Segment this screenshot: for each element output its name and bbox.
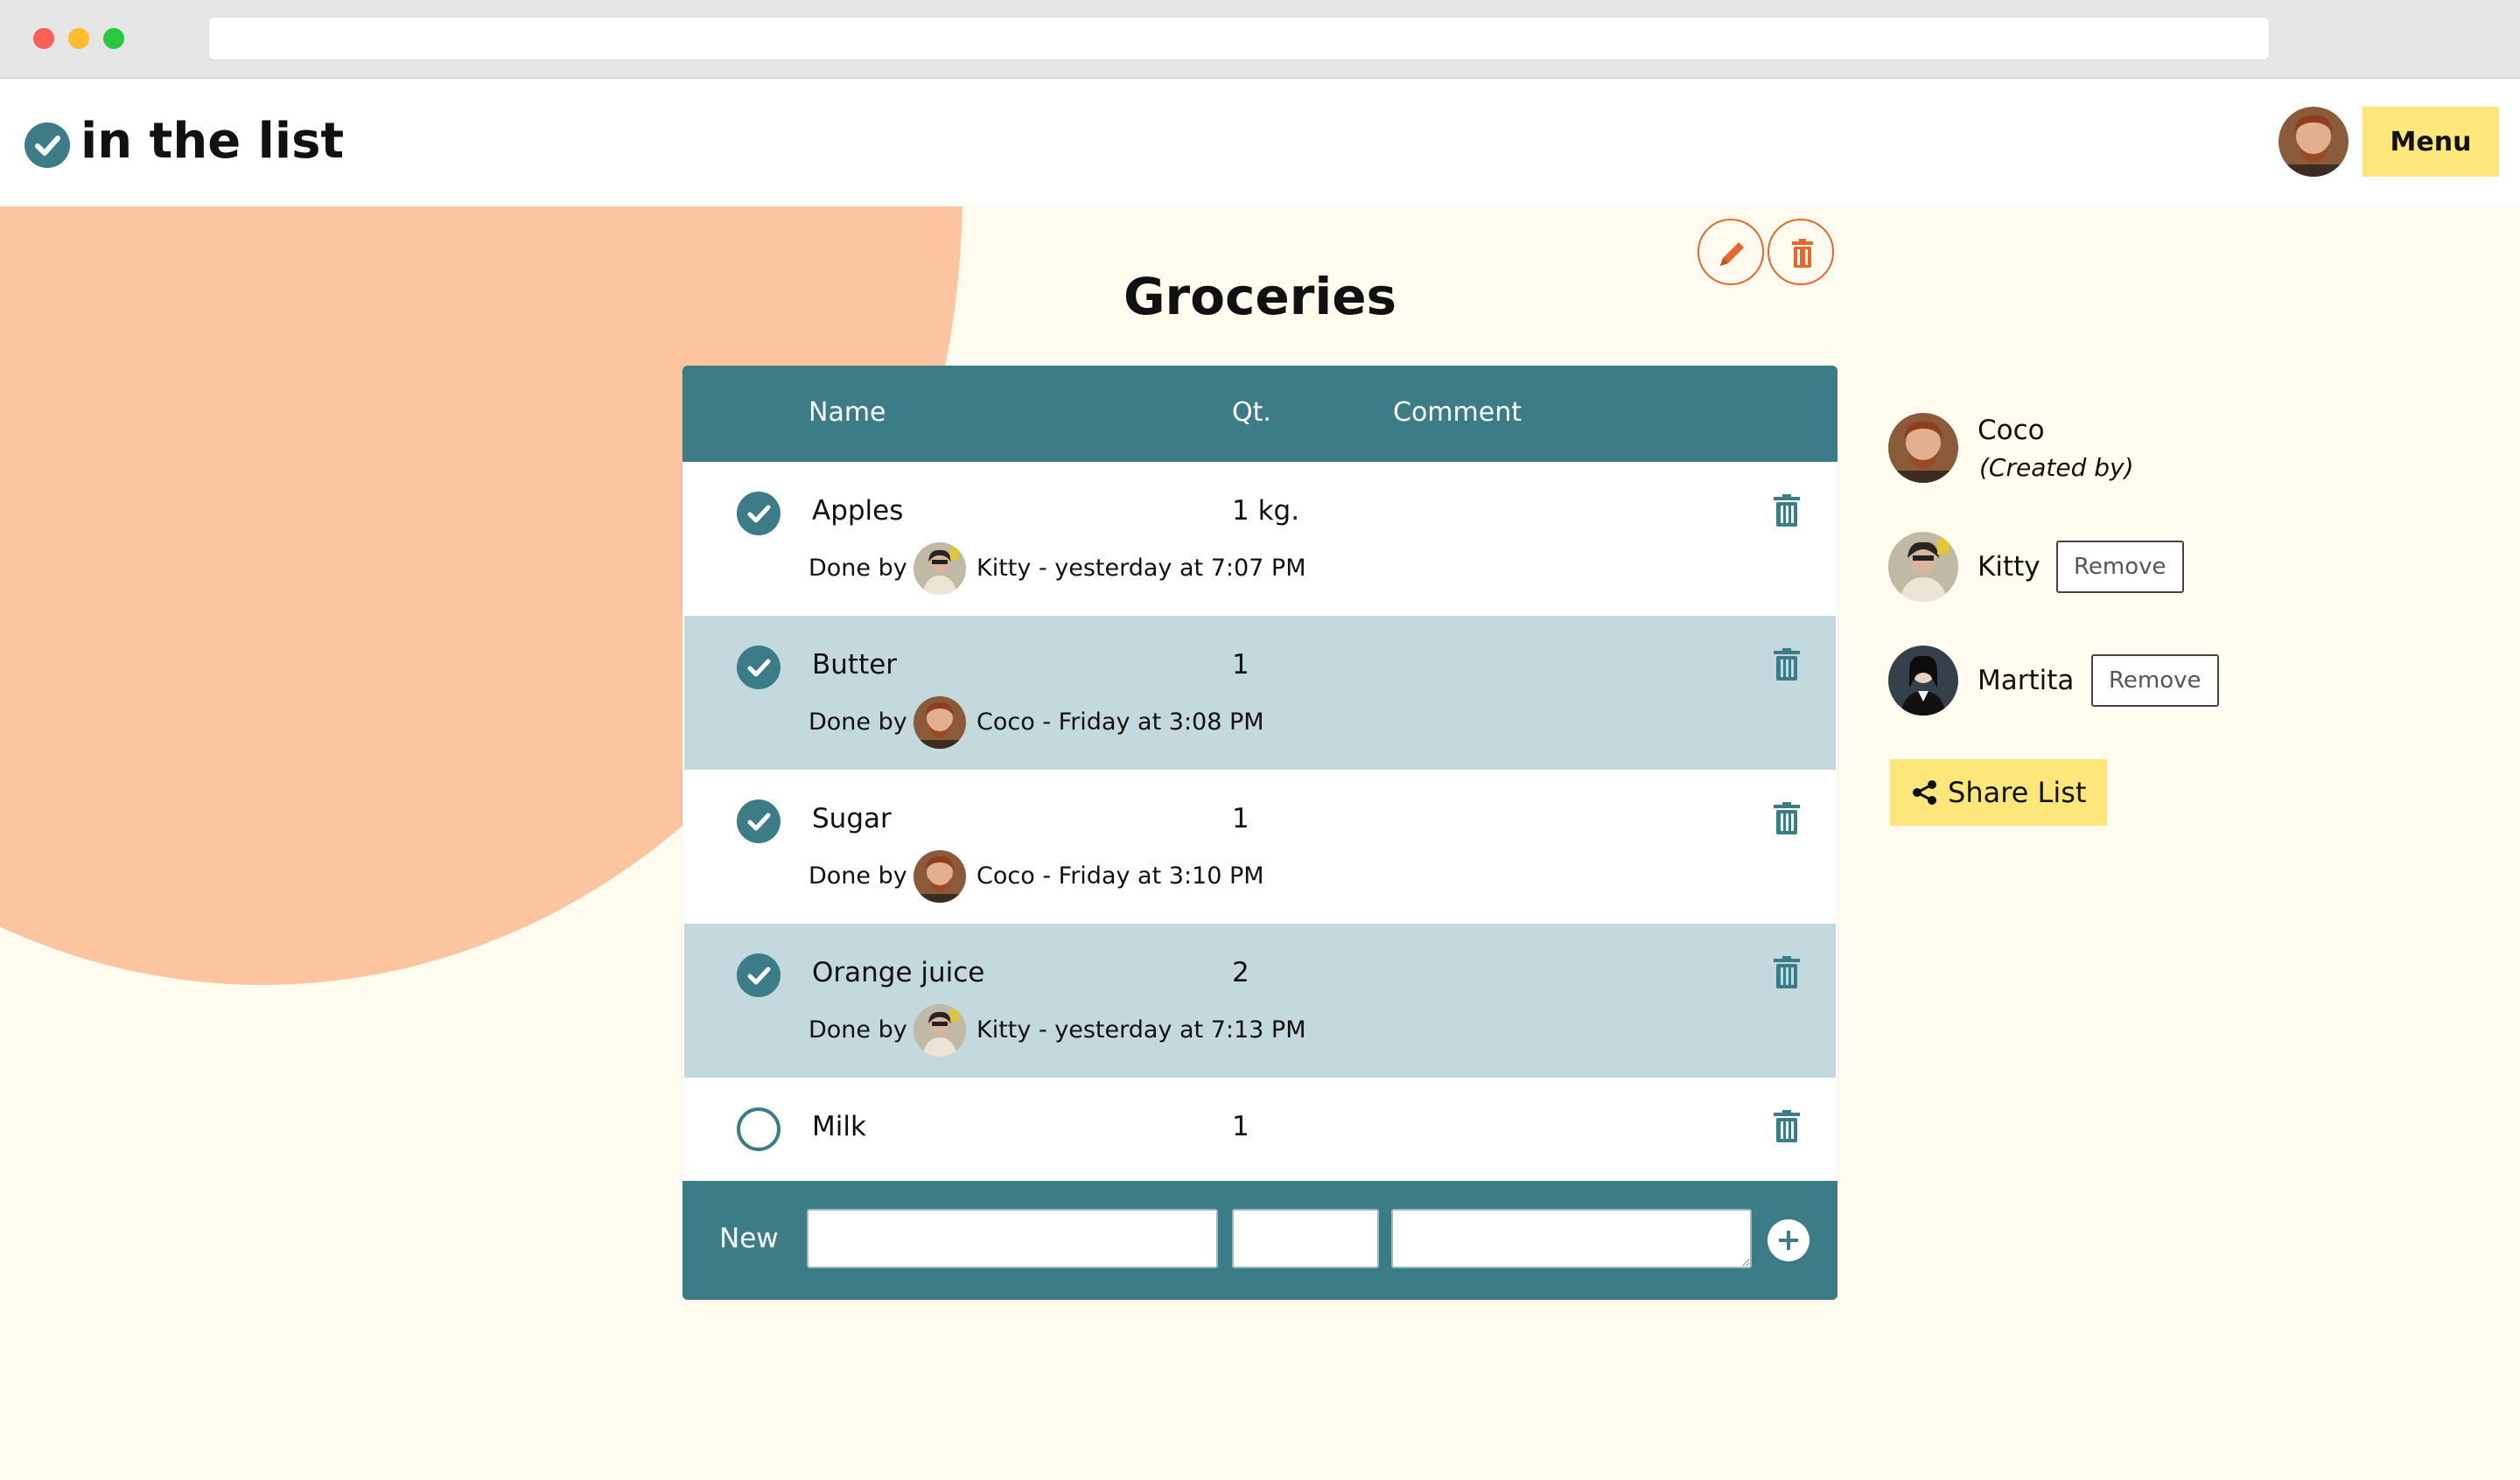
table-row: Orange juice 2 Done by Kitty - yesterday…: [684, 924, 1836, 1078]
done-by-label: Done by: [808, 862, 907, 890]
table-row: Butter 1 Done by Coco - Friday at 3:08 P…: [684, 616, 1836, 770]
delete-list-button[interactable]: [1768, 219, 1834, 285]
item-name[interactable]: Butter: [812, 649, 897, 681]
member-avatar: [1888, 413, 1958, 483]
item-name[interactable]: Sugar: [812, 803, 892, 834]
done-by-label: Done by: [808, 709, 907, 736]
avatar: [914, 696, 966, 749]
items-table: Name Qt. Comment Apples 1 kg. Done by Ki…: [682, 366, 1838, 1300]
column-header-comment: Comment: [1393, 397, 1522, 428]
app-header: in the list Menu: [0, 79, 2520, 206]
done-by-text: Coco - Friday at 3:08 PM: [976, 709, 1264, 736]
done-by-label: Done by: [808, 1016, 907, 1044]
done-by-info: Done by Kitty - yesterday at 7:07 PM: [808, 542, 1306, 595]
window-close-dot[interactable]: [33, 28, 54, 49]
add-item-button[interactable]: [1768, 1219, 1810, 1261]
delete-item-icon[interactable]: [1771, 493, 1802, 532]
delete-item-icon[interactable]: [1771, 1109, 1802, 1148]
logo-check-icon: [24, 122, 70, 168]
table-header: Name Qt. Comment: [682, 366, 1838, 462]
delete-item-icon[interactable]: [1771, 955, 1802, 994]
done-by-text: Kitty - yesterday at 7:13 PM: [976, 1016, 1306, 1044]
item-checkbox[interactable]: [737, 1107, 780, 1151]
delete-item-icon[interactable]: [1771, 647, 1802, 686]
item-qty[interactable]: 1: [1232, 649, 1250, 681]
edit-list-button[interactable]: [1698, 219, 1764, 285]
new-item-qty-input[interactable]: [1232, 1209, 1379, 1268]
browser-chrome: [0, 0, 2520, 79]
remove-member-button[interactable]: Remove: [2056, 541, 2184, 593]
column-header-qty: Qt.: [1232, 397, 1271, 428]
table-row: Milk 1: [684, 1078, 1836, 1181]
item-qty[interactable]: 2: [1232, 957, 1250, 988]
done-by-info: Done by Kitty - yesterday at 7:13 PM: [808, 1004, 1306, 1057]
item-name[interactable]: Orange juice: [812, 957, 984, 988]
done-by-info: Done by Coco - Friday at 3:08 PM: [808, 696, 1264, 749]
item-checkbox[interactable]: [737, 492, 780, 535]
member-avatar: [1888, 646, 1958, 716]
done-by-text: Kitty - yesterday at 7:07 PM: [976, 555, 1306, 582]
item-name[interactable]: Milk: [812, 1111, 866, 1142]
avatar: [914, 1004, 966, 1057]
app-logo-text[interactable]: in the list: [80, 112, 344, 171]
menu-button[interactable]: Menu: [2362, 107, 2499, 177]
window-minimize-dot[interactable]: [68, 28, 89, 49]
avatar: [914, 850, 966, 903]
list-title: Groceries: [1123, 267, 1397, 326]
item-qty[interactable]: 1: [1232, 803, 1250, 834]
done-by-info: Done by Coco - Friday at 3:10 PM: [808, 850, 1264, 903]
item-checkbox[interactable]: [737, 646, 780, 689]
address-bar[interactable]: [208, 17, 2270, 60]
new-item-row: New: [682, 1181, 1838, 1300]
user-avatar[interactable]: [2278, 107, 2348, 177]
delete-item-icon[interactable]: [1771, 801, 1802, 840]
member-avatar: [1888, 532, 1958, 602]
table-row: Sugar 1 Done by Coco - Friday at 3:10 PM: [684, 770, 1836, 924]
column-header-name: Name: [808, 397, 886, 428]
item-qty[interactable]: 1: [1232, 1111, 1250, 1142]
item-checkbox[interactable]: [737, 953, 780, 997]
avatar: [914, 542, 966, 595]
table-row: Apples 1 kg. Done by Kitty - yesterday a…: [684, 462, 1836, 616]
plus-icon: [1768, 1231, 1810, 1265]
new-item-comment-input[interactable]: [1391, 1209, 1752, 1268]
share-list-button[interactable]: Share List: [1890, 759, 2107, 826]
member-role: (Created by): [1979, 453, 2134, 482]
share-list-label: Share List: [1948, 776, 2087, 809]
new-item-name-input[interactable]: [807, 1209, 1218, 1268]
member-name: Martita: [1978, 665, 2075, 696]
new-item-label: New: [719, 1223, 779, 1254]
member-name: Coco: [1978, 415, 2045, 446]
item-qty[interactable]: 1 kg.: [1232, 495, 1299, 527]
remove-member-button[interactable]: Remove: [2091, 654, 2219, 707]
item-checkbox[interactable]: [737, 799, 780, 843]
item-name[interactable]: Apples: [812, 495, 903, 527]
done-by-label: Done by: [808, 555, 907, 582]
window-zoom-dot[interactable]: [103, 28, 124, 49]
done-by-text: Coco - Friday at 3:10 PM: [976, 862, 1264, 890]
member-name: Kitty: [1978, 551, 2040, 583]
